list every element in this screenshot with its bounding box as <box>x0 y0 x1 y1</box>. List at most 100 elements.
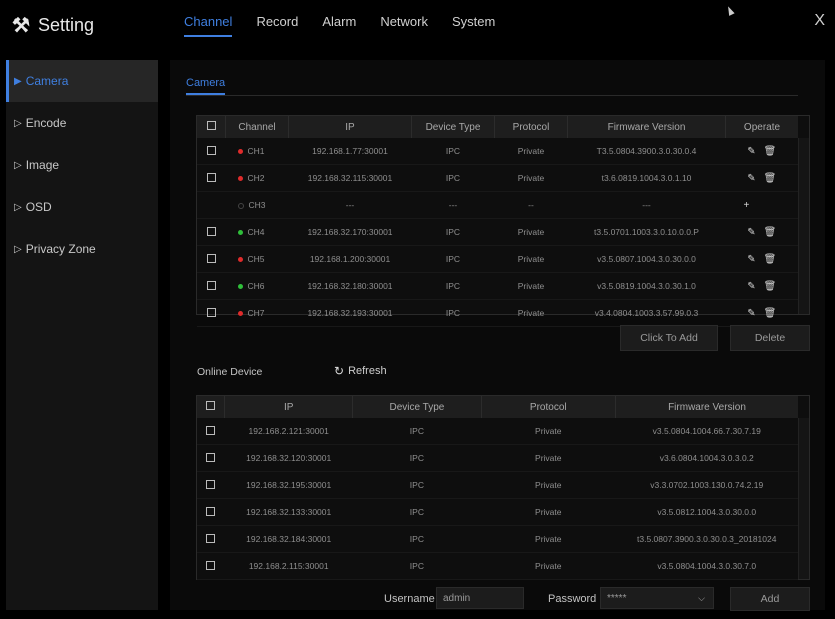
row-checkbox[interactable] <box>197 138 226 165</box>
type-cell: IPC <box>352 552 482 580</box>
table-row[interactable]: CH7 192.168.32.193:30001 IPC Private v3.… <box>197 299 798 327</box>
tab-alarm[interactable]: Alarm <box>322 14 356 37</box>
firmware-cell: T3.5.0804.3900.3.0.30.0.4 <box>567 138 726 165</box>
trash-icon[interactable]: 🗑 <box>764 173 777 184</box>
caret-right-icon: ▷ <box>14 159 22 171</box>
table-row[interactable]: CH3 --- --- -- --- + <box>197 191 798 219</box>
username-label: Username <box>384 593 435 605</box>
row-checkbox[interactable] <box>197 299 226 327</box>
ip-cell: 192.168.32.133:30001 <box>224 498 353 526</box>
table-row[interactable]: CH5 192.168.1.200:30001 IPC Private v3.5… <box>197 245 798 273</box>
app-title: Setting <box>37 14 94 35</box>
ip-cell: --- <box>288 191 412 219</box>
trash-icon[interactable]: 🗑 <box>764 146 777 157</box>
subtab-camera[interactable]: Camera <box>186 77 226 95</box>
tab-channel[interactable]: Channel <box>184 14 233 37</box>
firmware-cell: v3.5.0804.1004.66.7.30.7.19 <box>615 418 798 445</box>
trash-icon[interactable]: 🗑 <box>764 281 777 292</box>
row-checkbox[interactable] <box>197 418 225 445</box>
protocol-cell: Private <box>494 299 568 327</box>
row-checkbox[interactable] <box>197 272 226 300</box>
status-dot-icon <box>237 230 243 236</box>
edit-icon[interactable]: ✎ <box>747 308 755 319</box>
row-checkbox[interactable] <box>197 218 226 246</box>
edit-icon[interactable]: ✎ <box>747 281 755 292</box>
table-row[interactable]: 192.168.2.121:30001 IPC Private v3.5.080… <box>197 418 798 445</box>
row-checkbox[interactable] <box>197 552 225 580</box>
sidebar-item-label: OSD <box>25 200 52 214</box>
edit-icon[interactable]: ✎ <box>747 173 755 184</box>
channel-name: CH5 <box>247 254 265 264</box>
caret-right-icon: ▷ <box>14 117 22 129</box>
table-row[interactable]: 192.168.32.133:30001 IPC Private v3.5.08… <box>197 498 798 526</box>
table-row[interactable]: 192.168.2.115:30001 IPC Private v3.5.080… <box>197 552 798 580</box>
table-row[interactable]: CH4 192.168.32.170:30001 IPC Private t3.… <box>197 218 798 246</box>
type-cell: IPC <box>411 164 495 192</box>
row-checkbox[interactable] <box>197 525 225 553</box>
firmware-cell: v3.4.0804.1003.3.57.99.0.3 <box>567 299 726 327</box>
refresh-button[interactable]: ↻ Refresh <box>334 364 387 378</box>
sidebar-item-osd[interactable]: ▷ OSD <box>6 186 158 228</box>
mouse-cursor-icon <box>725 5 735 16</box>
tab-network[interactable]: Network <box>380 14 428 37</box>
protocol-cell: Private <box>481 418 616 445</box>
sidebar-item-privacy-zone[interactable]: ▷ Privacy Zone <box>6 228 158 270</box>
type-cell: IPC <box>352 471 482 499</box>
protocol-cell: Private <box>481 525 616 553</box>
edit-icon[interactable]: ✎ <box>747 227 755 238</box>
status-dot-icon <box>237 311 243 317</box>
channel-table-scrollbar[interactable] <box>798 138 809 314</box>
channel-name: CH3 <box>248 200 266 210</box>
online-table-scrollbar[interactable] <box>798 418 809 579</box>
col-ip: IP <box>288 116 412 138</box>
sidebar-item-encode[interactable]: ▷ Encode <box>6 102 158 144</box>
firmware-cell: v3.3.0702.1003.130.0.74.2.19 <box>615 471 798 499</box>
table-header-row: IP Device Type Protocol Firmware Version <box>197 396 798 418</box>
row-checkbox[interactable] <box>197 164 226 192</box>
col-protocol: Protocol <box>494 116 568 138</box>
table-row[interactable]: 192.168.32.184:30001 IPC Private t3.5.08… <box>197 525 798 553</box>
protocol-cell: Private <box>494 272 568 300</box>
table-row[interactable]: CH1 192.168.1.77:30001 IPC Private T3.5.… <box>197 138 798 165</box>
username-field[interactable]: admin <box>436 587 524 609</box>
plus-icon[interactable]: + <box>744 200 750 211</box>
password-field[interactable]: ***** ⌵ <box>600 587 714 609</box>
table-row[interactable]: CH6 192.168.32.180:30001 IPC Private v3.… <box>197 272 798 300</box>
refresh-icon: ↻ <box>334 364 345 378</box>
tab-record[interactable]: Record <box>256 14 298 37</box>
row-checkbox[interactable] <box>197 444 225 472</box>
trash-icon[interactable]: 🗑 <box>764 254 777 265</box>
row-checkbox[interactable] <box>197 245 226 273</box>
select-all-checkbox[interactable] <box>197 116 226 138</box>
sidebar-item-image[interactable]: ▷ Image <box>6 144 158 186</box>
online-device-title: Online Device <box>197 366 263 378</box>
tab-system[interactable]: System <box>452 14 495 37</box>
select-all-checkbox[interactable] <box>197 396 226 418</box>
delete-button[interactable]: Delete <box>730 325 810 351</box>
trash-icon[interactable]: 🗑 <box>764 227 777 238</box>
chevron-down-icon[interactable]: ⌵ <box>698 593 705 604</box>
trash-icon[interactable]: 🗑 <box>764 308 777 319</box>
type-cell: IPC <box>352 498 482 526</box>
row-checkbox[interactable] <box>197 471 225 499</box>
add-button[interactable]: Add <box>730 587 810 611</box>
ip-cell: 192.168.1.200:30001 <box>288 245 412 273</box>
ip-cell: 192.168.32.170:30001 <box>288 218 412 246</box>
channel-name: CH7 <box>247 308 265 318</box>
password-value: ***** <box>607 592 627 604</box>
edit-icon[interactable]: ✎ <box>747 146 755 157</box>
row-checkbox[interactable] <box>197 498 225 526</box>
close-button[interactable]: X <box>814 12 825 30</box>
edit-icon[interactable]: ✎ <box>747 254 755 265</box>
firmware-cell: v3.6.0804.1004.3.0.3.0.2 <box>615 444 798 472</box>
divider <box>186 95 798 96</box>
ip-cell: 192.168.2.121:30001 <box>224 418 353 445</box>
refresh-label: Refresh <box>348 365 387 377</box>
click-to-add-button[interactable]: Click To Add <box>620 325 718 351</box>
table-row[interactable]: CH2 192.168.32.115:30001 IPC Private t3.… <box>197 164 798 192</box>
table-row[interactable]: 192.168.32.195:30001 IPC Private v3.3.07… <box>197 471 798 499</box>
sidebar-item-camera[interactable]: ▶ Camera <box>6 60 158 102</box>
table-row[interactable]: 192.168.32.120:30001 IPC Private v3.6.08… <box>197 444 798 472</box>
col-channel: Channel <box>225 116 289 138</box>
ip-cell: 192.168.1.77:30001 <box>288 138 412 165</box>
